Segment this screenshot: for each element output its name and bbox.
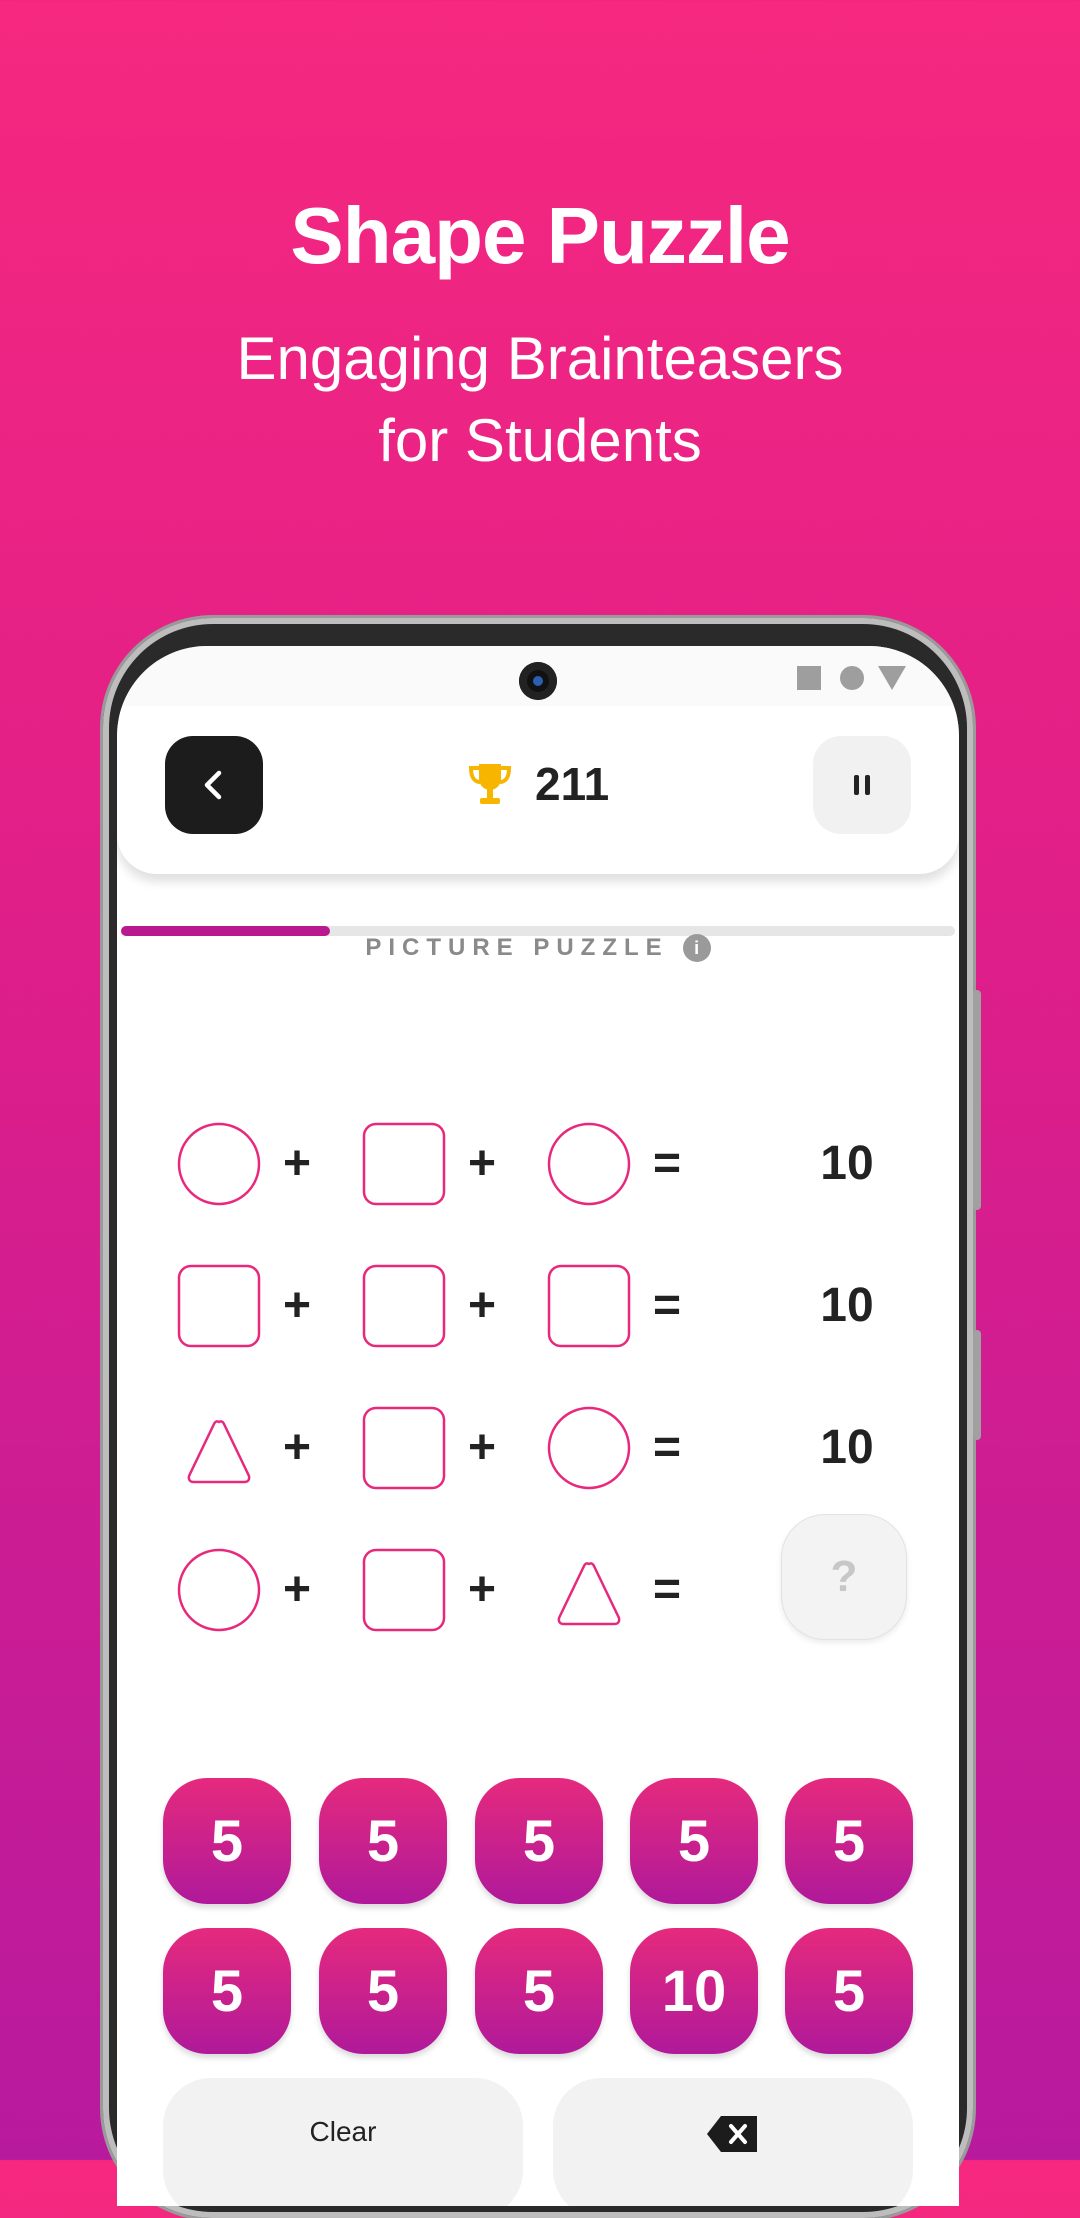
row3-shape2 — [362, 1406, 446, 1490]
puzzle-type-label: PICTURE PUZZLE i — [117, 934, 959, 962]
volume-button — [973, 990, 981, 1210]
key-button[interactable]: 5 — [785, 1928, 913, 2054]
row4-shape3 — [557, 1562, 621, 1626]
row2-shape3 — [547, 1264, 631, 1348]
plus-sign: + — [467, 1137, 497, 1190]
square-shape — [177, 1264, 261, 1348]
square-shape — [362, 1548, 446, 1632]
score-value: 211 — [535, 758, 610, 810]
row4-shape1 — [177, 1548, 261, 1632]
recents-square-icon — [797, 666, 821, 690]
row1-shape2 — [362, 1122, 446, 1206]
key-button[interactable]: 5 — [319, 1778, 447, 1904]
equals-sign: = — [652, 1279, 682, 1332]
row2-shape1 — [177, 1264, 261, 1348]
plus-sign: + — [282, 1421, 312, 1474]
square-shape — [362, 1264, 446, 1348]
clear-button[interactable]: Clear — [163, 2078, 523, 2206]
key-button[interactable]: 5 — [319, 1928, 447, 2054]
power-button — [973, 1330, 981, 1440]
row3-shape3 — [547, 1406, 631, 1490]
back-button[interactable] — [165, 736, 263, 834]
plus-sign: + — [282, 1137, 312, 1190]
equation-result: 10 — [820, 1279, 874, 1332]
promo-subtitle: Engaging Brainteasers for Students — [0, 318, 1080, 482]
backspace-icon — [707, 2116, 757, 2152]
key-button[interactable]: 5 — [163, 1778, 291, 1904]
plus-sign: + — [467, 1421, 497, 1474]
row3-shape1 — [187, 1420, 251, 1484]
circle-shape — [177, 1548, 261, 1632]
key-button[interactable]: 5 — [163, 1928, 291, 2054]
equation-row: + + = 10 — [117, 1406, 959, 1496]
equation-row: + + = 10 — [117, 1264, 959, 1354]
equals-sign: = — [652, 1563, 682, 1616]
triangle-shape — [557, 1562, 621, 1626]
home-circle-icon — [840, 666, 864, 690]
info-icon[interactable]: i — [682, 934, 711, 962]
equation-row: + + = 10 — [117, 1122, 959, 1212]
plus-sign: + — [467, 1563, 497, 1616]
key-button[interactable]: 5 — [785, 1778, 913, 1904]
pause-button[interactable] — [813, 736, 911, 834]
triangle-shape — [187, 1420, 251, 1484]
circle-shape — [177, 1122, 261, 1206]
square-shape — [362, 1122, 446, 1206]
equation-result: 10 — [820, 1137, 874, 1190]
pause-icon — [854, 775, 870, 795]
clear-label: Clear — [309, 2116, 377, 2147]
promo-subtitle-line1: Engaging Brainteasers — [236, 325, 844, 392]
trophy-icon — [468, 764, 512, 804]
equals-sign: = — [652, 1137, 682, 1190]
back-triangle-icon — [878, 666, 906, 690]
chevron-left-icon — [204, 770, 222, 800]
row1-shape1 — [177, 1122, 261, 1206]
key-button[interactable]: 5 — [475, 1778, 603, 1904]
promo-subtitle-line2: for Students — [378, 407, 702, 474]
score-display: 211 — [467, 754, 609, 814]
key-button[interactable]: 10 — [630, 1928, 758, 2054]
backspace-button[interactable] — [553, 2078, 913, 2206]
circle-shape — [547, 1122, 631, 1206]
game-header: 211 — [117, 706, 959, 936]
equation-result: 10 — [820, 1421, 874, 1474]
square-shape — [362, 1406, 446, 1490]
plus-sign: + — [467, 1279, 497, 1332]
equals-sign: = — [652, 1421, 682, 1474]
plus-sign: + — [282, 1563, 312, 1616]
row1-shape3 — [547, 1122, 631, 1206]
key-button[interactable]: 5 — [630, 1778, 758, 1904]
equation-row: + + = ? — [117, 1514, 959, 1640]
status-bar — [117, 646, 959, 706]
plus-sign: + — [282, 1279, 312, 1332]
key-button[interactable]: 5 — [475, 1928, 603, 2054]
circle-shape — [547, 1406, 631, 1490]
front-camera — [519, 662, 557, 700]
answer-box[interactable]: ? — [781, 1514, 907, 1640]
row2-shape2 — [362, 1264, 446, 1348]
puzzle-type-text: PICTURE PUZZLE — [365, 934, 669, 961]
square-shape — [547, 1264, 631, 1348]
app-screen: 211 PICTURE PUZZLE i + + = 10 + + = 10 +… — [117, 646, 959, 2206]
row4-shape2 — [362, 1548, 446, 1632]
promo-title: Shape Puzzle — [290, 191, 790, 280]
